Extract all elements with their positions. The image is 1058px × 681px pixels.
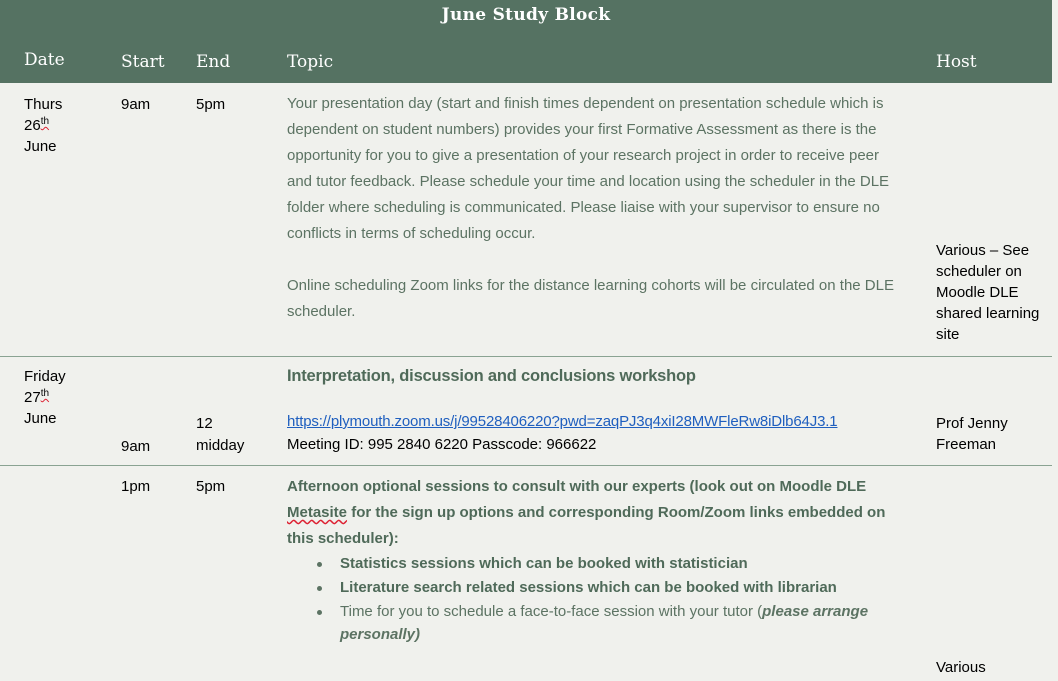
date-number: 27 [24, 389, 41, 406]
sessions-intro: Afternoon optional sessions to consult w… [287, 474, 887, 552]
date-suffix: th [40, 388, 50, 399]
row-host: Various – See scheduler on Moodle DLE sh… [936, 242, 1040, 343]
meeting-details: Meeting ID: 995 2840 6220 Passcode: 9666… [287, 436, 597, 453]
zoom-link-wrapper: https://plymouth.zoom.us/j/99528406220?p… [287, 413, 838, 430]
row-end-time: 5pm [196, 478, 226, 495]
date-month: June [24, 410, 57, 427]
bullet-icon [317, 562, 322, 567]
row-divider [0, 356, 1052, 357]
row-start-time: 1pm [121, 478, 151, 495]
row-host: Prof Jenny Freeman [936, 415, 1008, 453]
date-month: June [24, 138, 57, 155]
list-item-text: Literature search related sessions which… [340, 579, 837, 596]
date-weekday: Thurs [24, 96, 63, 113]
list-item: Time for you to schedule a face-to-face … [287, 600, 887, 646]
row-end-time: 5pm [196, 96, 226, 113]
row-date: Friday 27th June [24, 366, 104, 429]
column-header-date: Date [24, 50, 65, 70]
date-suffix: th [40, 116, 50, 127]
workshop-title: Interpretation, discussion and conclusio… [287, 367, 696, 385]
table-title: June Study Block [441, 5, 611, 25]
topic-paragraph: Your presentation day (start and finish … [287, 95, 890, 242]
list-item: Statistics sessions which can be booked … [287, 552, 887, 576]
date-day: 27th [24, 387, 104, 408]
column-header-end: End [196, 52, 231, 72]
column-header-host: Host [936, 52, 977, 72]
row-date: Thurs 26th June [24, 94, 104, 157]
bullet-icon [317, 610, 322, 615]
row-start-time: 9am [121, 96, 151, 113]
zoom-meeting-link[interactable]: https://plymouth.zoom.us/j/99528406220?p… [287, 413, 838, 430]
list-item: Literature search related sessions which… [287, 576, 887, 600]
topic-paragraph: Online scheduling Zoom links for the dis… [287, 277, 894, 320]
date-number: 26 [24, 117, 41, 134]
date-day: 26th [24, 115, 104, 136]
column-header-start: Start [121, 52, 165, 72]
session-list: Statistics sessions which can be booked … [287, 552, 887, 646]
bullet-icon [317, 586, 322, 591]
end-time-line: midday [196, 437, 245, 454]
end-time-line: 12 [196, 415, 213, 432]
row-start-time: 9am [121, 438, 151, 455]
column-header-topic: Topic [287, 52, 334, 72]
list-item-text: Time for you to schedule a face-to-face … [340, 603, 763, 620]
intro-text: for the sign up options and correspondin… [287, 504, 886, 547]
row-host: Various [936, 659, 986, 676]
list-item-text: Statistics sessions which can be booked … [340, 555, 748, 572]
row-topic: Afternoon optional sessions to consult w… [287, 474, 887, 552]
row-divider [0, 465, 1052, 466]
date-weekday: Friday [24, 368, 66, 385]
table-header: June Study Block Date Start End Topic Ho… [0, 0, 1052, 83]
row-end-time: 12 midday [196, 413, 244, 456]
intro-highlighted-word: Metasite [287, 504, 348, 521]
intro-text: Afternoon optional sessions to consult w… [287, 478, 867, 495]
row-topic: Your presentation day (start and finish … [287, 91, 902, 325]
